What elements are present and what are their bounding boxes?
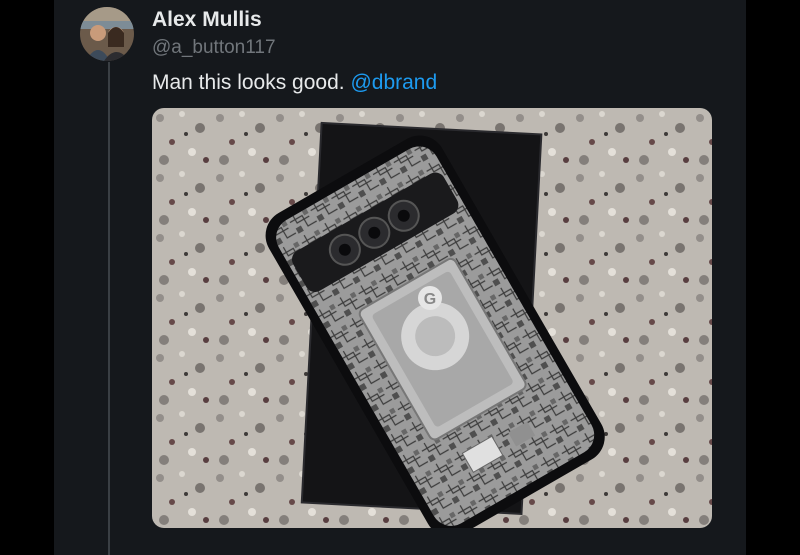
tweet-photo[interactable]: G [152, 108, 712, 528]
tweet-body: Man this looks good. [152, 71, 351, 94]
tweet-text: Man this looks good. @dbrand [152, 71, 437, 95]
svg-text:G: G [424, 291, 436, 308]
mention-link[interactable]: @dbrand [350, 71, 437, 94]
avatar[interactable] [80, 7, 134, 61]
user-handle[interactable]: @a_button117 [152, 37, 276, 59]
google-g-logo: G [418, 286, 442, 310]
display-name[interactable]: Alex Mullis [152, 8, 262, 32]
thread-line [108, 62, 110, 555]
